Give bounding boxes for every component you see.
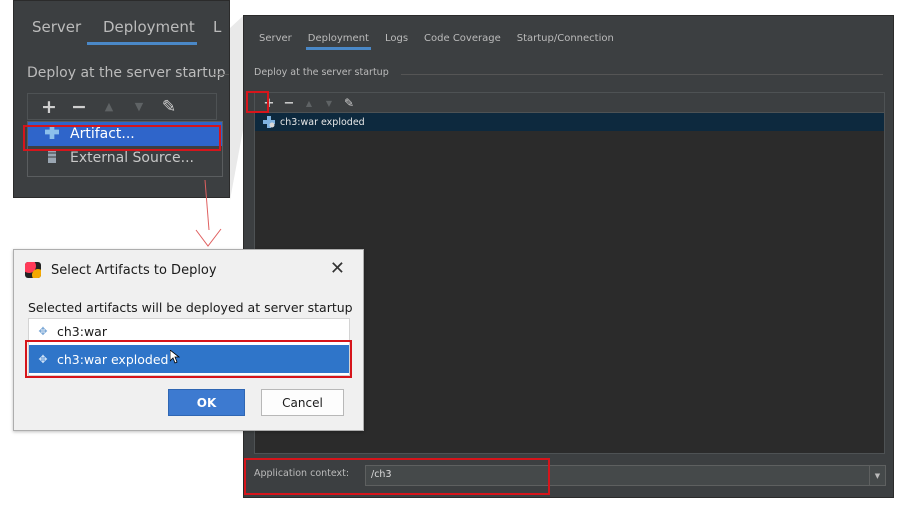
list-item[interactable]: ✥ ch3:war exploded [29,345,349,373]
dialog-subtitle: Selected artifacts will be deployed at s… [28,300,353,315]
ok-button[interactable]: OK [168,389,245,416]
list-item[interactable]: ✥ ch3:war [29,319,349,343]
mouse-cursor-icon [170,349,181,368]
dialog-title: Select Artifacts to Deploy [51,263,217,278]
tutorial-composite: Server Deployment Logs Code Coverage Sta… [0,0,917,513]
close-icon[interactable]: ✕ [330,258,345,279]
list-item-label: ch3:war exploded [57,351,169,367]
cancel-button[interactable]: Cancel [261,389,344,416]
artifact-icon: ✥ [38,324,48,338]
intellij-logo-icon [25,262,41,278]
select-artifacts-dialog: Select Artifacts to Deploy ✕ Selected ar… [13,249,364,431]
artifact-icon: ✥ [38,352,48,366]
artifact-list[interactable]: ✥ ch3:war ✥ ch3:war exploded [28,318,350,376]
list-item-label: ch3:war [57,323,107,339]
